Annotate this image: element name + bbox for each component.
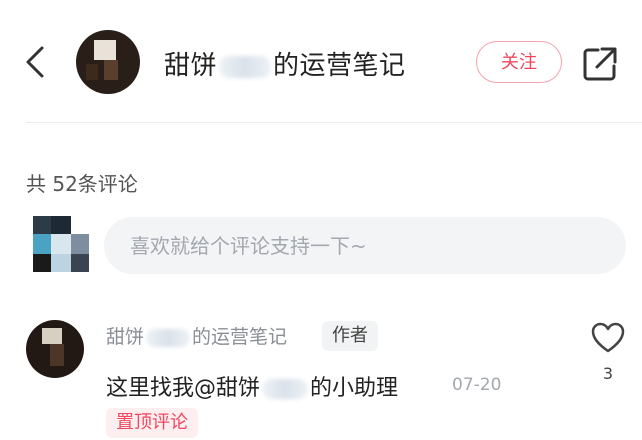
account-name-suffix: 的运营笔记 <box>273 51 406 81</box>
account-name[interactable]: 甜饼 的运营笔记 <box>164 45 406 82</box>
comment-author-prefix: 甜饼 <box>106 326 145 348</box>
my-avatar <box>33 216 89 272</box>
redacted-text <box>262 379 309 399</box>
top-bar: 甜饼 的运营笔记 关注 <box>0 0 642 126</box>
follow-button[interactable]: 关注 <box>476 41 562 83</box>
comment-text-prefix: 这里找我@甜饼 <box>106 376 261 401</box>
pinned-comment-badge: 置顶评论 <box>106 408 198 438</box>
comment-author[interactable]: 甜饼 的运营笔记 <box>106 322 287 349</box>
commenter-avatar[interactable] <box>26 320 84 378</box>
account-avatar[interactable] <box>76 30 140 94</box>
redacted-text <box>219 55 272 78</box>
like-button[interactable] <box>590 320 626 356</box>
comment-text-suffix: 的小助理 <box>310 376 399 401</box>
share-button[interactable] <box>580 44 620 84</box>
comment-count: 共 52条评论 <box>26 172 138 196</box>
author-badge: 作者 <box>322 321 378 351</box>
like-count: 3 <box>602 364 614 383</box>
share-out-icon <box>583 47 617 81</box>
heart-outline-icon <box>591 322 625 353</box>
chevron-left-icon <box>26 46 44 78</box>
comment-text[interactable]: 这里找我@甜饼 的小助理 <box>106 370 398 402</box>
comment-author-suffix: 的运营笔记 <box>192 326 288 348</box>
header-divider <box>26 122 642 123</box>
account-name-prefix: 甜饼 <box>164 51 218 81</box>
comment-date: 07-20 <box>452 375 502 395</box>
comment-input[interactable] <box>104 217 626 274</box>
redacted-text <box>146 328 191 347</box>
back-button[interactable] <box>18 44 54 80</box>
